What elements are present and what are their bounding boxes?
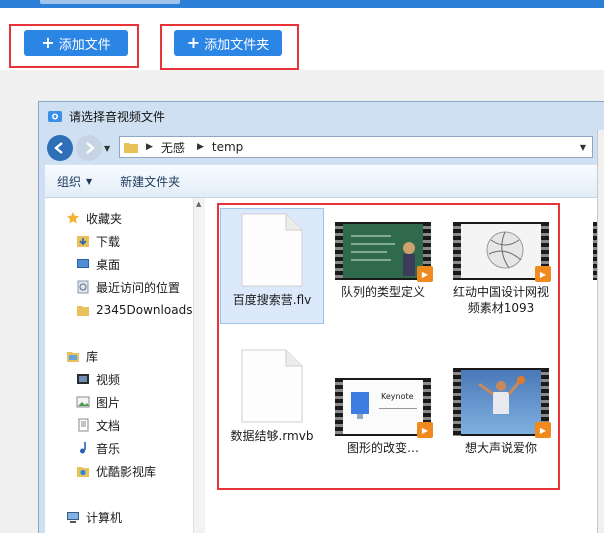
nav-item-downloads[interactable]: 下载	[75, 230, 120, 252]
forward-button[interactable]	[76, 135, 102, 161]
desktop-icon	[75, 256, 91, 272]
command-bar: 组织 ▼ 新建文件夹	[45, 164, 604, 198]
arrow-right-icon	[86, 142, 95, 154]
folder-icon	[75, 302, 91, 318]
documents-library-icon	[75, 417, 91, 433]
recent-places-icon	[75, 279, 91, 295]
video-library-icon	[75, 371, 91, 387]
youku-library-icon	[75, 463, 91, 479]
new-folder-label: 新建文件夹	[120, 174, 181, 189]
nav-item-2345downloads[interactable]: 2345Downloads	[75, 299, 192, 321]
dialog-titlebar: 请选择音视频文件	[39, 102, 604, 130]
organize-label: 组织	[57, 174, 82, 189]
breadcrumb-item[interactable]: 无感	[161, 139, 185, 156]
history-dropdown-icon[interactable]: ▼	[104, 144, 110, 153]
app-titlebar	[0, 0, 604, 8]
chevron-down-icon: ▼	[86, 176, 93, 186]
address-dropdown-icon[interactable]: ▼	[580, 143, 586, 152]
nav-item-videos[interactable]: 视频	[75, 368, 120, 390]
app-icon	[48, 111, 62, 122]
pictures-library-icon	[75, 394, 91, 410]
folder-icon	[124, 143, 138, 153]
organize-menu[interactable]: 组织 ▼	[45, 173, 104, 190]
star-icon	[65, 210, 81, 226]
nav-item-music[interactable]: 音乐	[75, 437, 120, 459]
nav-item-recent[interactable]: 最近访问的位置	[75, 276, 180, 298]
scroll-up-icon[interactable]: ▲	[196, 200, 201, 208]
nav-item-desktop[interactable]: 桌面	[75, 253, 120, 275]
nav-scrollbar[interactable]: ▲	[193, 198, 205, 533]
computer-icon	[65, 509, 81, 525]
nav-favorites[interactable]: 收藏夹	[65, 207, 122, 229]
address-bar[interactable]: ▶ 无感 ▶ temp ▼	[119, 136, 593, 158]
highlight-file-list	[217, 203, 560, 490]
navigation-pane: 收藏夹 下载 桌面 最近访问的位置 2345Downloads 库 视频 图片 …	[45, 198, 205, 533]
nav-computer[interactable]: 计算机	[65, 506, 122, 528]
music-note-icon	[75, 440, 91, 456]
address-row: ▼ ▶ 无感 ▶ temp ▼	[39, 130, 604, 164]
highlight-add-file	[9, 24, 139, 68]
library-icon	[65, 348, 81, 364]
highlight-add-folder	[160, 24, 299, 70]
nav-item-youku[interactable]: 优酷影视库	[75, 460, 156, 482]
nav-libraries[interactable]: 库	[65, 345, 98, 367]
download-folder-icon	[75, 233, 91, 249]
dialog-title: 请选择音视频文件	[69, 109, 166, 124]
arrow-left-icon	[54, 142, 63, 154]
nav-item-pictures[interactable]: 图片	[75, 391, 120, 413]
window-scrollbar[interactable]	[597, 130, 604, 533]
new-folder-button[interactable]: 新建文件夹	[108, 173, 192, 190]
back-button[interactable]	[47, 135, 73, 161]
breadcrumb-item[interactable]: temp	[212, 140, 243, 154]
nav-item-documents[interactable]: 文档	[75, 414, 120, 436]
